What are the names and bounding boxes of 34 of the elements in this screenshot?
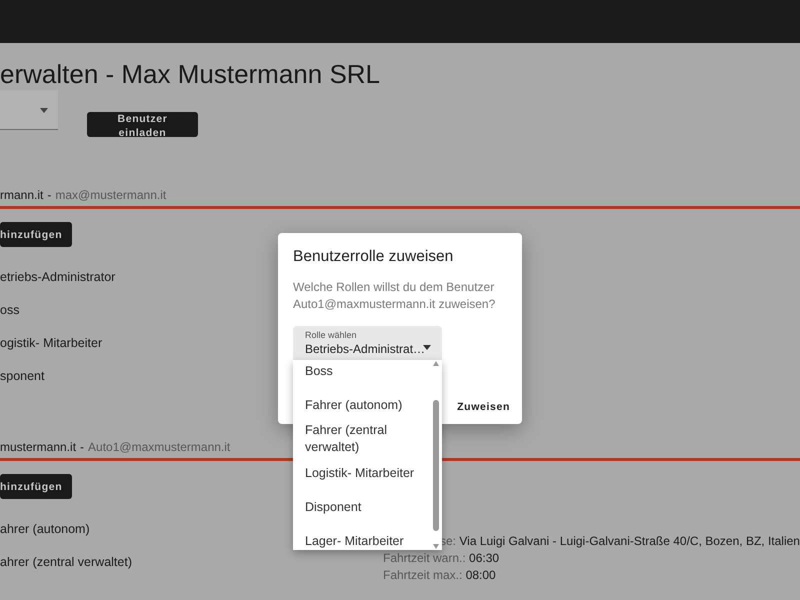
role-item: ogistik- Mitarbeiter [0, 335, 104, 352]
user-email: max@mustermann.it [55, 187, 166, 204]
user-email: Auto1@maxmustermann.it [88, 439, 230, 456]
add-role-button[interactable]: hinzufügen [0, 474, 72, 499]
detail-label: Fahrtzeit warn.: [383, 551, 466, 565]
detail-value: Via Luigi Galvani - Luigi-Galvani-Straße 40/C, Bozen, BZ, Italien [459, 534, 800, 548]
user-name: mustermann.it [0, 439, 76, 456]
role-item: ahrer (autonom) [0, 521, 91, 538]
menu-option[interactable]: Fahrer (zentral verwaltet) [293, 422, 442, 456]
add-role-button[interactable]: hinzufügen [0, 222, 72, 247]
dialog-title: Benutzerrolle zuweisen [293, 247, 454, 267]
caret-icon [423, 345, 431, 350]
scrollbar[interactable] [432, 360, 440, 550]
detail-label: Fahrtzeit max.: [383, 568, 462, 582]
select-field[interactable] [0, 90, 58, 130]
page-title: erwalten - Max Mustermann SRL [0, 58, 382, 90]
menu-option[interactable]: Disponent [293, 499, 442, 516]
menu-option[interactable]: Fahrer (autonom) [293, 397, 442, 414]
separator-text: - [80, 439, 84, 456]
detail-value: 08:00 [466, 568, 496, 582]
detail-value: 06:30 [469, 551, 500, 565]
user-name: rmann.it [0, 187, 44, 204]
role-item: oss [0, 302, 20, 319]
menu-option[interactable]: Lager- Mitarbeiter [293, 533, 442, 550]
role-item: sponent [0, 368, 46, 385]
menu-option[interactable]: Logistik- Mitarbeiter [293, 465, 442, 482]
dialog-message: Welche Rollen willst du dem Benutzer Auto1@maxmustermann.it zuweisen? [293, 279, 496, 312]
role-item: etriebs-Administrator [0, 269, 116, 286]
invite-button[interactable]: Benutzer einladen [87, 112, 198, 137]
assign-button[interactable]: Zuweisen [457, 400, 510, 416]
menu-option[interactable]: Boss [293, 363, 442, 380]
role-item: ahrer (zentral verwaltet) [0, 554, 132, 571]
separator-text: - [47, 187, 52, 204]
caret-icon [40, 108, 48, 113]
